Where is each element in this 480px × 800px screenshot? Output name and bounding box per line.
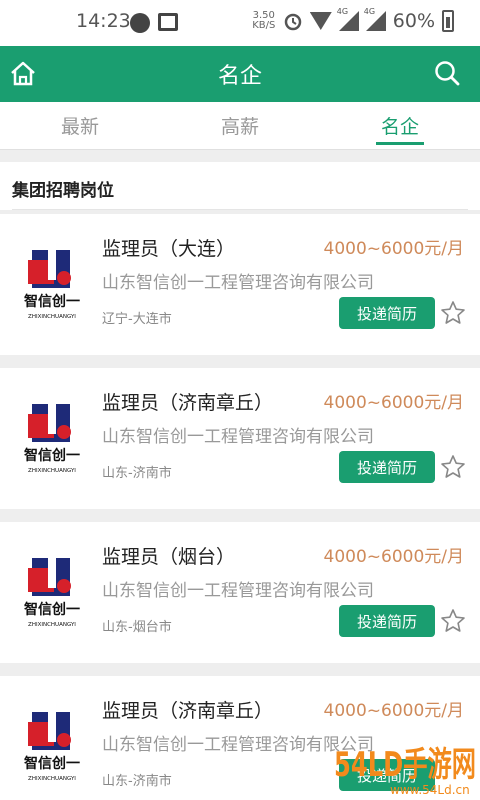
job-title: 监理员（烟台） [102, 546, 236, 568]
company-logo: 智信创一 ZHIXINCHUANGYI [23, 404, 80, 474]
net-type-2: 4G [363, 7, 376, 16]
logo-pinyin: ZHIXINCHUANGYI [28, 468, 76, 474]
company-logo: 智信创一 ZHIXINCHUANGYI [23, 250, 80, 320]
home-icon[interactable] [8, 58, 38, 88]
watermark-logo: 54LD手游网 www.54Ld.cn [334, 745, 476, 797]
apply-resume-button[interactable]: 投递简历 [339, 451, 435, 483]
apply-resume-button[interactable]: 投递简历 [339, 297, 435, 329]
job-salary: 4000~6000元/月 [323, 547, 465, 567]
network-speed: 3.50 KB/S [252, 11, 276, 31]
logo-brand: 智信创一 [23, 755, 80, 772]
job-location: 山东-济南市 [102, 774, 172, 789]
job-location: 辽宁-大连市 [102, 312, 172, 327]
signal-icon-2: 4G [364, 7, 386, 31]
company-logo: 智信创一 ZHIXINCHUANGYI [23, 558, 80, 628]
logo-brand: 智信创一 [23, 293, 80, 310]
job-card[interactable]: 智信创一 ZHIXINCHUANGYI 监理员（大连） 4000~6000元/月… [0, 214, 480, 355]
logo-pinyin: ZHIXINCHUANGYI [28, 314, 76, 320]
job-location: 山东-烟台市 [102, 620, 172, 635]
speed-unit: KB/S [252, 20, 276, 31]
tab-latest[interactable]: 最新 [0, 102, 160, 149]
job-salary: 4000~6000元/月 [323, 393, 465, 413]
job-salary: 4000~6000元/月 [323, 701, 465, 721]
signal-icon-1: 4G [337, 7, 359, 31]
notification-app-icon [130, 13, 150, 33]
job-title: 监理员（大连） [102, 238, 236, 260]
search-icon[interactable] [432, 58, 462, 88]
app-bar: 名企 [0, 46, 480, 102]
job-salary: 4000~6000元/月 [323, 239, 465, 259]
company-logo: 智信创一 ZHIXINCHUANGYI [23, 712, 80, 782]
page-title: 名企 [217, 64, 262, 89]
company-name: 山东智信创一工程管理咨询有限公司 [102, 273, 374, 293]
company-name: 山东智信创一工程管理咨询有限公司 [102, 427, 374, 447]
status-right: 3.50 KB/S 4G 4G 60% [252, 7, 454, 32]
logo-brand: 智信创一 [23, 601, 80, 618]
divider [12, 209, 468, 210]
tab-famous-company[interactable]: 名企 [320, 102, 480, 149]
logo-pinyin: ZHIXINCHUANGYI [28, 622, 76, 628]
battery-percent: 60% [392, 10, 435, 32]
job-card[interactable]: 智信创一 ZHIXINCHUANGYI 监理员（济南章丘） 4000~6000元… [0, 368, 480, 509]
net-type-1: 4G [336, 7, 349, 16]
watermark-sub: www.54Ld.cn [390, 783, 470, 797]
status-bar: 14:23 3.50 KB/S 4G 4G 60% [0, 0, 480, 46]
favorite-star-icon[interactable] [440, 300, 466, 326]
status-time: 14:23 [76, 10, 131, 32]
company-name: 山东智信创一工程管理咨询有限公司 [102, 581, 374, 601]
notification-icons [130, 13, 178, 33]
section-title: 集团招聘岗位 [12, 181, 114, 201]
tab-high-salary[interactable]: 高薪 [160, 102, 320, 149]
battery-icon [442, 10, 454, 32]
logo-pinyin: ZHIXINCHUANGYI [28, 776, 76, 782]
favorite-star-icon[interactable] [440, 608, 466, 634]
logo-brand: 智信创一 [23, 447, 80, 464]
wifi-icon [309, 12, 332, 30]
job-location: 山东-济南市 [102, 466, 172, 481]
favorite-star-icon[interactable] [440, 454, 466, 480]
tab-bar: 最新 高薪 名企 [0, 102, 480, 150]
job-title: 监理员（济南章丘） [102, 700, 274, 722]
apply-resume-button[interactable]: 投递简历 [339, 605, 435, 637]
job-title: 监理员（济南章丘） [102, 392, 274, 414]
section-header: 集团招聘岗位 [0, 162, 480, 210]
watermark-text: 54LD手游网 [334, 745, 476, 785]
alarm-icon [284, 13, 302, 31]
image-notification-icon [158, 13, 178, 31]
job-card[interactable]: 智信创一 ZHIXINCHUANGYI 监理员（烟台） 4000~6000元/月… [0, 522, 480, 663]
